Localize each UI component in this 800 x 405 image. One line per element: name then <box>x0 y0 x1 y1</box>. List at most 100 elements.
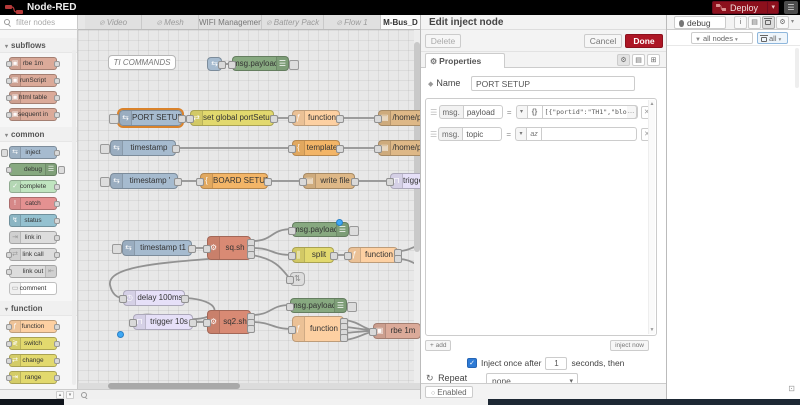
input-port[interactable] <box>196 178 204 186</box>
output-port[interactable] <box>189 319 197 327</box>
input-port[interactable] <box>288 252 296 260</box>
input-port[interactable] <box>119 295 127 303</box>
output-port[interactable] <box>54 375 60 381</box>
palette-search-input[interactable] <box>14 16 74 28</box>
palette-node-sequent-in[interactable]: sequent in▣ <box>9 108 57 121</box>
enabled-toggle-button[interactable]: ○Enabled <box>425 386 473 398</box>
workspace-tab-flow-1[interactable]: ⊘Flow 1 <box>324 15 381 30</box>
output-port[interactable] <box>54 201 60 207</box>
sidebar-docs-button[interactable]: ▤ <box>748 16 761 29</box>
inject-button[interactable] <box>112 244 122 254</box>
main-menu-button[interactable]: ☰ <box>784 1 798 14</box>
flow-node-set-global-portsetup[interactable]: set global portSetup⇄ <box>190 110 274 126</box>
type-select-button[interactable]: ▾ <box>515 127 526 141</box>
type-select-button[interactable]: ▾ <box>516 105 527 119</box>
filter-nodes-button[interactable]: ▼all nodes▾ <box>691 32 753 44</box>
flow-node-function[interactable]: functionƒ <box>348 247 398 263</box>
flow-node-trigger-10s[interactable]: trigger 10s⊓ <box>133 314 193 330</box>
input-port[interactable] <box>374 145 382 153</box>
deploy-button[interactable]: Deploy ▾ <box>712 1 779 14</box>
output-port[interactable] <box>54 184 60 190</box>
output-port[interactable] <box>394 255 402 263</box>
flow-node-write-file[interactable]: write file▤ <box>303 173 355 189</box>
input-port[interactable] <box>6 61 12 67</box>
input-port[interactable] <box>203 319 211 327</box>
palette-scrollbar[interactable] <box>72 50 76 385</box>
input-port[interactable] <box>6 269 12 275</box>
output-port[interactable] <box>270 115 278 123</box>
palette-node-range[interactable]: range⇥ <box>9 371 57 384</box>
input-port[interactable] <box>6 324 12 330</box>
input-port[interactable] <box>6 167 12 173</box>
inject-button[interactable] <box>100 177 110 187</box>
output-port[interactable] <box>181 295 189 303</box>
scroll-down-icon[interactable]: ▼ <box>649 327 655 333</box>
input-port[interactable] <box>186 115 194 123</box>
workspace-tab-mesh[interactable]: ⊘Mesh <box>142 15 199 30</box>
tab-debug[interactable]: debug <box>674 16 726 29</box>
flow-canvas[interactable]: TI COMMANDS⇆msg.payload☰PORT SETUP '⇆set… <box>78 30 420 383</box>
output-port[interactable] <box>336 115 344 123</box>
palette-node-link-call[interactable]: link call⇄ <box>9 248 57 261</box>
input-port[interactable] <box>369 328 377 336</box>
output-port[interactable] <box>54 358 60 364</box>
clear-all-button[interactable]: all▾ <box>757 32 788 44</box>
flow-node-delay-100ms[interactable]: delay 100ms◷ <box>123 290 185 306</box>
output-port[interactable] <box>174 178 182 186</box>
output-port[interactable] <box>54 61 60 67</box>
workspace-tab-battery-pack[interactable]: ⊘Battery Pack <box>262 15 324 30</box>
flow-node-split[interactable]: split∥ <box>292 247 334 263</box>
palette-scroll-down-button[interactable]: ▾ <box>66 391 74 399</box>
output-port[interactable] <box>351 178 359 186</box>
input-port[interactable] <box>286 276 294 284</box>
flow-node-home-p[interactable]: /home/p▤ <box>378 110 420 126</box>
delete-button[interactable]: Delete <box>425 34 461 48</box>
flow-node-ti-commands[interactable]: TI COMMANDS <box>108 55 176 70</box>
output-port[interactable] <box>54 252 60 258</box>
tray-expand-button[interactable]: ⊞ <box>647 54 660 66</box>
flow-node-inject[interactable]: ⇆ <box>207 57 222 71</box>
palette-node-complete[interactable]: complete✓ <box>9 180 57 193</box>
taskbar-window-segment[interactable] <box>64 399 488 405</box>
flow-node-sq2-sh[interactable]: sq2.sh⚙ <box>207 310 251 334</box>
inject-once-seconds-input[interactable] <box>545 357 567 370</box>
prop-key-input[interactable] <box>462 127 502 141</box>
flow-node-link-out[interactable]: ⇅ <box>290 272 305 286</box>
output-port[interactable] <box>178 115 186 123</box>
output-port[interactable] <box>172 145 180 153</box>
input-port[interactable] <box>288 145 296 153</box>
flow-node-port-setup[interactable]: PORT SETUP '⇆ <box>119 110 182 126</box>
inject-button[interactable] <box>1 149 8 157</box>
inject-now-button[interactable]: inject now <box>610 340 649 351</box>
output-port[interactable] <box>218 61 226 69</box>
input-port[interactable] <box>286 303 294 311</box>
done-button[interactable]: Done <box>625 34 663 48</box>
prop-value-input[interactable] <box>542 105 638 119</box>
flow-node-rbe-1m[interactable]: rbe 1m▣ <box>373 323 420 339</box>
scroll-up-icon[interactable]: ▲ <box>649 101 655 107</box>
add-property-button[interactable]: + add <box>425 340 451 351</box>
flow-node-template[interactable]: template{ <box>292 140 340 156</box>
palette-node-change[interactable]: change⇄ <box>9 354 57 367</box>
output-port[interactable] <box>336 145 344 153</box>
palette-node-debug[interactable]: debug☰ <box>9 163 57 176</box>
output-port[interactable] <box>264 178 272 186</box>
debug-toggle-button[interactable] <box>349 226 359 236</box>
palette-node-link-out[interactable]: link out⇤ <box>9 265 57 278</box>
input-port[interactable] <box>6 252 12 258</box>
palette-category-function[interactable]: ▾function <box>0 301 77 316</box>
input-port[interactable] <box>6 95 12 101</box>
input-port[interactable] <box>6 341 12 347</box>
flow-node-function[interactable]: functionƒ <box>292 316 344 342</box>
expand-value-button[interactable]: … <box>627 105 637 119</box>
workspace-tab-m-bus-d[interactable]: M-Bus_D <box>381 15 420 30</box>
output-port[interactable] <box>247 325 255 333</box>
debug-toggle-button[interactable] <box>289 60 299 70</box>
palette-category-common[interactable]: ▾common <box>0 127 77 142</box>
input-port[interactable] <box>288 326 296 334</box>
output-port[interactable] <box>54 112 60 118</box>
input-port[interactable] <box>6 375 12 381</box>
flow-node-home-p[interactable]: /home/p▤ <box>378 140 420 156</box>
flow-node-function[interactable]: functionƒ <box>292 110 340 126</box>
output-port[interactable] <box>54 95 60 101</box>
